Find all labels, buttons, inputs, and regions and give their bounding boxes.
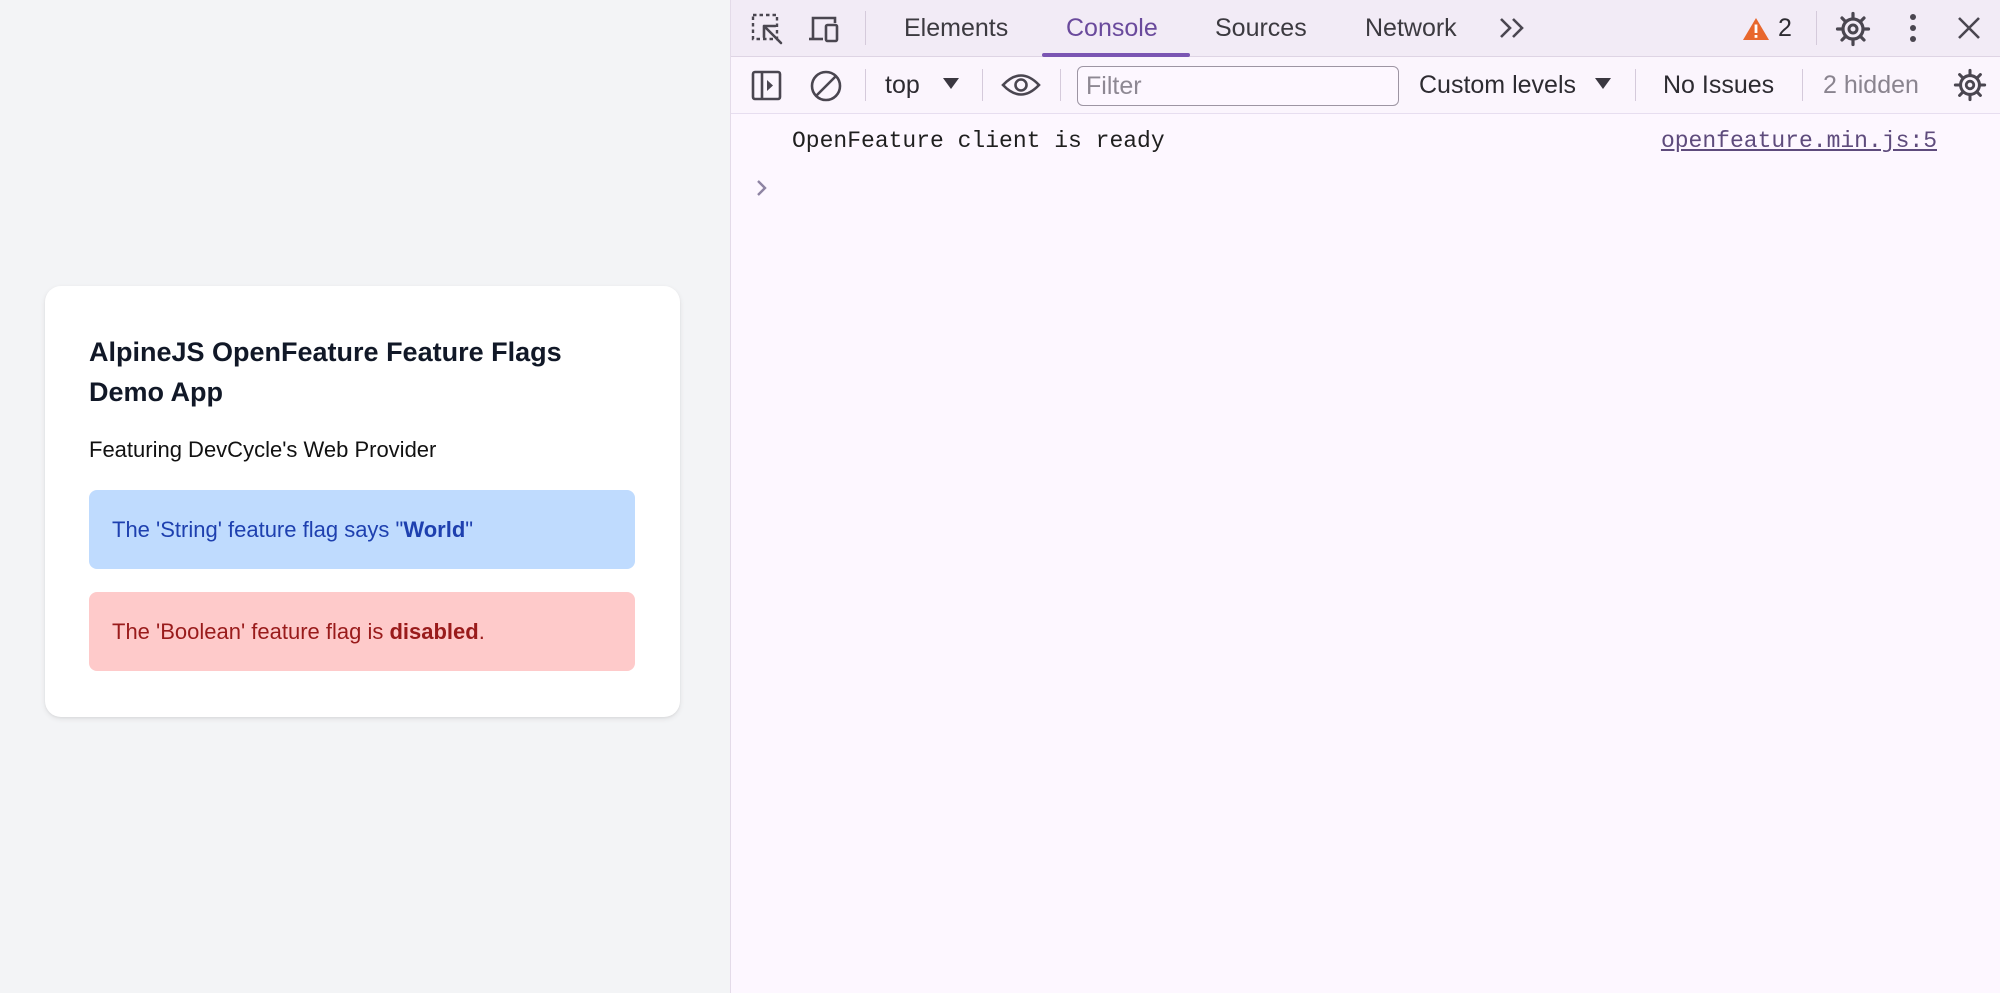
dropdown-caret-icon[interactable]	[943, 78, 959, 90]
boolean-flag-prefix: The 'Boolean' feature flag is	[112, 619, 390, 644]
tab-console[interactable]: Console	[1066, 0, 1158, 57]
web-page: AlpineJS OpenFeature Feature Flags Demo …	[0, 0, 730, 993]
boolean-flag-alert: The 'Boolean' feature flag is disabled.	[89, 592, 635, 671]
string-flag-prefix: The 'String' feature flag says "	[112, 517, 404, 542]
tab-network[interactable]: Network	[1365, 0, 1457, 57]
inspect-element-icon[interactable]	[751, 13, 783, 45]
tabbar-separator	[865, 11, 866, 45]
page-title: AlpineJS OpenFeature Feature Flags Demo …	[89, 337, 562, 407]
tab-sources[interactable]: Sources	[1215, 0, 1307, 57]
context-selector[interactable]: top	[885, 57, 920, 114]
log-levels-dropdown[interactable]: Custom levels	[1419, 57, 1576, 114]
devtools-panel: Elements Console Sources Network 2 top F…	[730, 0, 2000, 993]
warning-count[interactable]: 2	[1778, 0, 1792, 57]
close-icon[interactable]	[1957, 16, 1981, 40]
demo-card: AlpineJS OpenFeature Feature Flags Demo …	[45, 286, 680, 717]
console-settings-icon[interactable]	[1953, 68, 1987, 102]
toolbar-separator	[1635, 69, 1636, 101]
console-message: OpenFeature client is ready	[792, 128, 1165, 154]
string-flag-alert: The 'String' feature flag says "World"	[89, 490, 635, 569]
warning-icon[interactable]	[1742, 17, 1770, 41]
boolean-flag-suffix: .	[478, 619, 485, 644]
string-flag-suffix: "	[465, 517, 474, 542]
devtools-tabbar: Elements Console Sources Network 2	[731, 0, 2000, 57]
more-tabs-icon[interactable]	[1498, 16, 1528, 40]
toolbar-separator	[1802, 69, 1803, 101]
eye-icon[interactable]	[1001, 70, 1041, 100]
chevron-right-icon	[757, 180, 767, 196]
toolbar-separator	[865, 69, 866, 101]
settings-icon[interactable]	[1835, 11, 1871, 47]
clear-console-icon[interactable]	[809, 69, 843, 103]
device-toolbar-icon[interactable]	[807, 13, 841, 45]
console-source-link[interactable]: openfeature.min.js:5	[1661, 128, 1937, 154]
string-flag-value: World	[403, 517, 466, 542]
sidebar-toggle-icon[interactable]	[751, 70, 783, 102]
boolean-flag-value: disabled	[389, 619, 479, 644]
tabbar-separator	[1816, 11, 1817, 45]
tab-elements[interactable]: Elements	[904, 0, 1008, 57]
hidden-messages-count: 2 hidden	[1823, 71, 1919, 99]
more-options-icon[interactable]	[1907, 13, 1919, 45]
toolbar-separator	[1060, 69, 1061, 101]
issues-counter[interactable]: No Issues	[1663, 57, 1774, 114]
dropdown-caret-icon[interactable]	[1595, 78, 1611, 90]
filter-input[interactable]	[1077, 66, 1399, 106]
page-subtitle: Featuring DevCycle's Web Provider	[89, 437, 437, 462]
toolbar-separator	[982, 69, 983, 101]
